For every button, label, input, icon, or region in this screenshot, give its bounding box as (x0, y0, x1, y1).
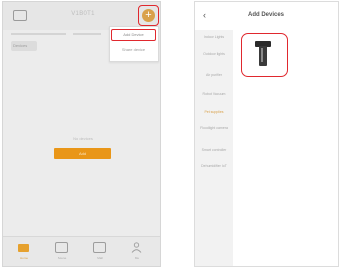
nav-me[interactable]: Me (125, 240, 149, 266)
menu-item-share-device[interactable]: Share device (111, 45, 156, 55)
category-item[interactable]: Smart controller (195, 148, 233, 153)
page-title: Add Devices (247, 12, 284, 18)
empty-state-text: No devices (73, 136, 93, 141)
category-item[interactable]: Dehumidifier IoT (195, 164, 233, 169)
chevron-left-icon[interactable]: ‹ (203, 11, 206, 20)
nav-label: Me (134, 256, 140, 260)
category-item[interactable]: Air purifier (195, 73, 233, 78)
home-title: V1B0T1 (71, 11, 95, 17)
divider (11, 33, 66, 35)
add-button-highlight (138, 5, 159, 26)
category-sidebar: Indoor Lights Outdoor lights Air purifie… (195, 30, 233, 266)
category-item[interactable]: Floodlight camera (195, 126, 233, 131)
menu-item-add-device[interactable]: Add Device (111, 29, 156, 41)
nav-home[interactable]: Home (12, 240, 36, 266)
nav-label: Scene (57, 256, 67, 260)
bottom-nav: Home Scene Mall Me (3, 236, 160, 266)
device-tile[interactable] (241, 33, 288, 77)
purifier-device-icon (255, 41, 271, 68)
mall-icon (93, 242, 106, 253)
category-item[interactable]: Outdoor lights (195, 52, 233, 57)
nav-label: Mall (97, 256, 103, 260)
nav-scene[interactable]: Scene (50, 240, 74, 266)
home-screen: V1B0T1 + Devices Add Device Share device… (2, 1, 161, 267)
room-tab[interactable]: Devices (11, 41, 37, 51)
add-device-button[interactable]: Add (54, 148, 111, 159)
room-tab-label: Devices (13, 43, 28, 48)
add-devices-screen: ‹ Add Devices Indoor Lights Outdoor ligh… (194, 1, 339, 267)
home-icon (18, 244, 29, 252)
nav-mall[interactable]: Mall (88, 240, 112, 266)
category-item[interactable]: Robot Vacuum (195, 92, 233, 97)
add-menu-dropdown: Add Device Share device (109, 26, 159, 62)
category-item[interactable]: Indoor Lights (195, 35, 233, 40)
scene-icon (55, 242, 68, 253)
divider (73, 33, 101, 35)
user-icon (131, 242, 142, 253)
category-item-active[interactable]: Pet supplies (195, 110, 233, 115)
grid-icon[interactable] (13, 10, 27, 21)
nav-label: Home (19, 256, 28, 260)
